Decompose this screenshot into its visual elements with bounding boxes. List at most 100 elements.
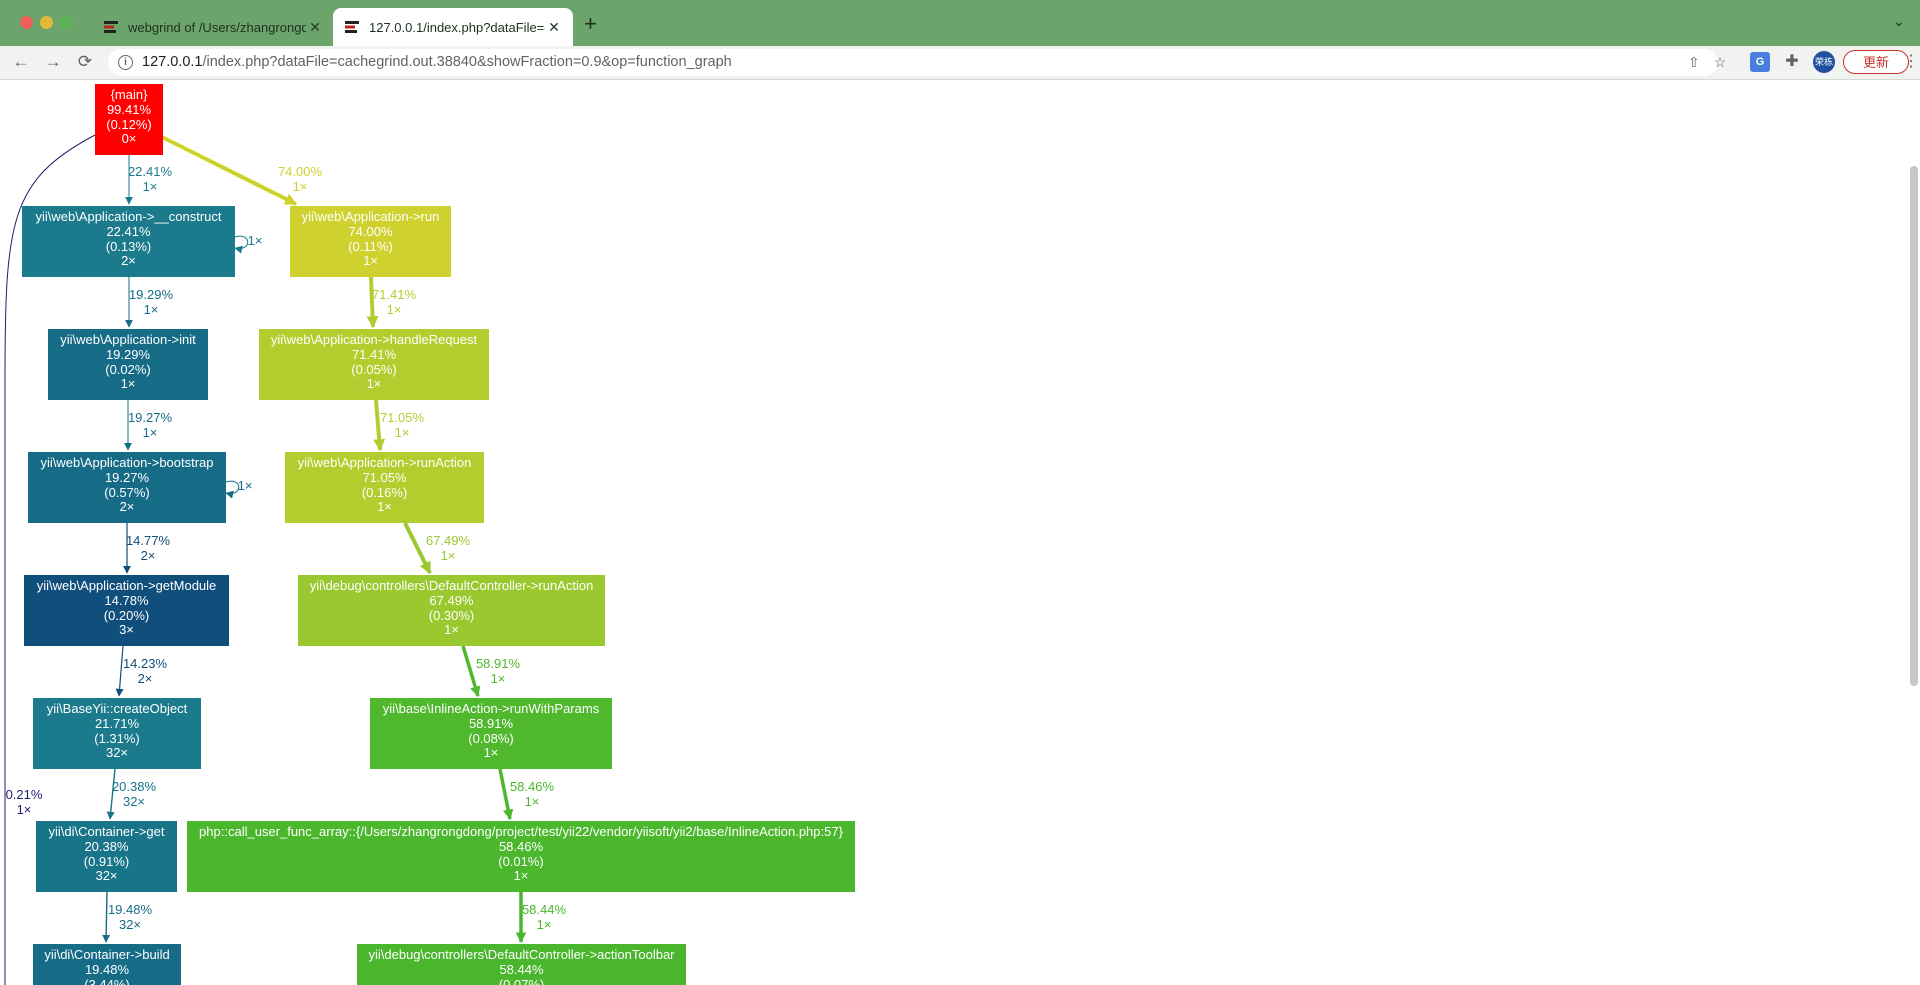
node-self-percent: (0.13%): [105, 238, 152, 254]
edge-percent: 19.48%: [107, 902, 153, 917]
node-call-count: 1×: [513, 868, 529, 884]
vertical-scrollbar[interactable]: [1910, 166, 1918, 686]
node-self-percent: (0.07%): [498, 976, 545, 985]
graph-node-runAction[interactable]: yii\web\Application->runAction 71.05% (0.1…: [285, 452, 484, 523]
back-button[interactable]: ←: [10, 51, 32, 73]
edge-call-count: 2×: [140, 547, 156, 563]
node-self-percent: (0.91%): [83, 853, 130, 869]
browser-menu-icon[interactable]: ⋮: [1903, 51, 1919, 71]
zoom-window-icon[interactable]: [60, 16, 73, 29]
tab-function-graph[interactable]: 127.0.0.1/index.php?dataFile=cachegrind.…: [333, 8, 573, 46]
edge-call-count: 1×: [143, 301, 159, 317]
edge-percent: 22.41%: [127, 164, 173, 179]
graph-node-handleRequest[interactable]: yii\web\Application->handleRequest 71.41%…: [259, 329, 489, 400]
forward-button[interactable]: →: [42, 51, 64, 73]
node-call-count: 1×: [444, 622, 459, 638]
graph-node-runWithParams[interactable]: yii\base\InlineAction->runWithParams 58.9…: [370, 698, 612, 769]
node-inclusive-percent: 74.00%: [348, 223, 393, 239]
edge-call-count: 1×: [16, 801, 32, 817]
node-inclusive-percent: 71.05%: [362, 469, 407, 485]
edge-call-count: 1×: [247, 233, 263, 248]
node-inclusive-percent: 19.29%: [105, 346, 151, 362]
edge-call-count: 1×: [386, 301, 402, 317]
node-call-count: 3×: [119, 622, 134, 638]
node-function-name: yii\base\InlineAction->runWithParams: [382, 701, 600, 716]
node-function-name: yii\web\Application->init: [60, 332, 196, 347]
node-self-percent: (1.31%): [94, 730, 140, 746]
edge-percent: 14.23%: [122, 656, 168, 671]
node-function-name: {main}: [110, 87, 148, 102]
edge-label: 74.00% 1×: [278, 164, 322, 195]
edge-call-count: 1×: [490, 670, 506, 686]
graph-node-run[interactable]: yii\web\Application->run 74.00% (0.11%) 1×: [290, 206, 451, 277]
node-self-percent: (0.30%): [428, 607, 475, 623]
node-call-count: 1×: [483, 745, 499, 761]
edge-label: 67.49% 1×: [426, 533, 470, 564]
node-self-percent: (0.11%): [348, 238, 393, 254]
reload-button[interactable]: ⟳: [74, 51, 96, 73]
node-function-name: yii\di\Container->build: [44, 947, 170, 962]
edge-label: 19.29% 1×: [129, 287, 173, 318]
edge-label: 58.91% 1×: [475, 656, 521, 687]
close-tab-icon[interactable]: ✕: [306, 19, 324, 36]
edge-label: 1×: [247, 233, 263, 249]
close-window-icon[interactable]: [20, 16, 33, 29]
edge-label: 71.41% 1×: [372, 287, 416, 318]
graph-node-dcRunAction[interactable]: yii\debug\controllers\DefaultController-…: [298, 575, 605, 646]
edge-label: 58.44% 1×: [522, 902, 566, 933]
node-self-percent: (0.16%): [361, 484, 408, 500]
edge-call-count: 32×: [122, 793, 146, 809]
node-call-count: 1×: [366, 376, 382, 392]
browser-toolbar: ← → ⟳ i 127.0.0.1/index.php?dataFile=cac…: [0, 46, 1920, 80]
node-self-percent: (0.02%): [105, 361, 151, 377]
node-inclusive-percent: 22.41%: [106, 223, 151, 239]
node-inclusive-percent: 21.71%: [94, 715, 140, 731]
translate-extension-icon[interactable]: G: [1750, 52, 1770, 72]
graph-node-getModule[interactable]: yii\web\Application->getModule 14.78% (0.2…: [24, 575, 229, 646]
graph-edge-containerGet-to-containerBuild: [102, 891, 111, 943]
node-function-name: yii\debug\controllers\DefaultController-…: [368, 947, 675, 962]
new-tab-button[interactable]: +: [584, 11, 597, 37]
graph-edge-construct-to-construct: [234, 235, 249, 254]
graph-node-containerBuild[interactable]: yii\di\Container->build 19.48% (3.44%): [33, 944, 181, 985]
graph-node-containerGet[interactable]: yii\di\Container->get 20.38% (0.91%) 32×: [36, 821, 177, 892]
graph-node-createObject[interactable]: yii\BaseYii::createObject 21.71% (1.31%) 32…: [33, 698, 201, 769]
edge-call-count: 1×: [536, 916, 552, 932]
graph-node-bootstrap[interactable]: yii\web\Application->bootstrap 19.27% (0.5…: [28, 452, 226, 523]
node-function-name: yii\web\Application->bootstrap: [40, 455, 214, 470]
graph-node-construct[interactable]: yii\web\Application->__construct 22.41% (0…: [22, 206, 235, 277]
close-tab-icon[interactable]: ✕: [545, 19, 563, 36]
update-button[interactable]: 更新: [1843, 50, 1909, 74]
edge-label: 14.77% 2×: [125, 533, 171, 564]
edge-call-count: 1×: [292, 178, 308, 194]
node-function-name: yii\BaseYii::createObject: [46, 701, 188, 716]
graph-node-actionToolbar[interactable]: yii\debug\controllers\DefaultController-…: [357, 944, 686, 985]
node-call-count: 32×: [95, 868, 118, 884]
edge-percent: 19.27%: [127, 410, 173, 425]
bookmark-star-icon[interactable]: ☆: [1710, 52, 1730, 72]
graph-node-callUserFunc[interactable]: php::call_user_func_array::{/Users/zhang…: [187, 821, 855, 892]
edge-percent: 58.91%: [475, 656, 521, 671]
address-bar[interactable]: i 127.0.0.1/index.php?dataFile=cachegrin…: [108, 49, 1718, 76]
tab-list-chevron-icon[interactable]: ⌄: [1893, 13, 1905, 30]
url-path: /index.php?dataFile=cachegrind.out.38840…: [202, 54, 732, 70]
node-self-percent: (0.20%): [103, 607, 150, 623]
graph-node-main[interactable]: {main} 99.41% (0.12%) 0×: [95, 84, 163, 155]
graph-node-init[interactable]: yii\web\Application->init 19.29% (0.02%) 1×: [48, 329, 208, 400]
tab-title: 127.0.0.1/index.php?dataFile=cachegrind.…: [369, 19, 545, 35]
node-inclusive-percent: 67.49%: [429, 592, 474, 608]
node-call-count: 1×: [363, 253, 378, 269]
share-icon[interactable]: ⇧: [1688, 49, 1700, 76]
edge-label: 19.48% 32×: [107, 902, 153, 933]
webgrind-favicon-icon: [345, 20, 359, 34]
edge-percent: 14.77%: [125, 533, 171, 548]
tab-webgrind[interactable]: webgrind of /Users/zhangrongdong/project…: [92, 8, 334, 46]
extensions-puzzle-icon[interactable]: ✚: [1782, 52, 1802, 72]
tab-title: webgrind of /Users/zhangrongdong/project…: [128, 19, 306, 35]
profile-avatar[interactable]: 荣栋: [1813, 51, 1835, 73]
node-call-count: 1×: [377, 499, 392, 515]
edge-label: 19.27% 1×: [127, 410, 173, 441]
node-function-name: yii\di\Container->get: [48, 824, 165, 839]
site-info-icon[interactable]: i: [118, 55, 133, 70]
minimize-window-icon[interactable]: [40, 16, 53, 29]
